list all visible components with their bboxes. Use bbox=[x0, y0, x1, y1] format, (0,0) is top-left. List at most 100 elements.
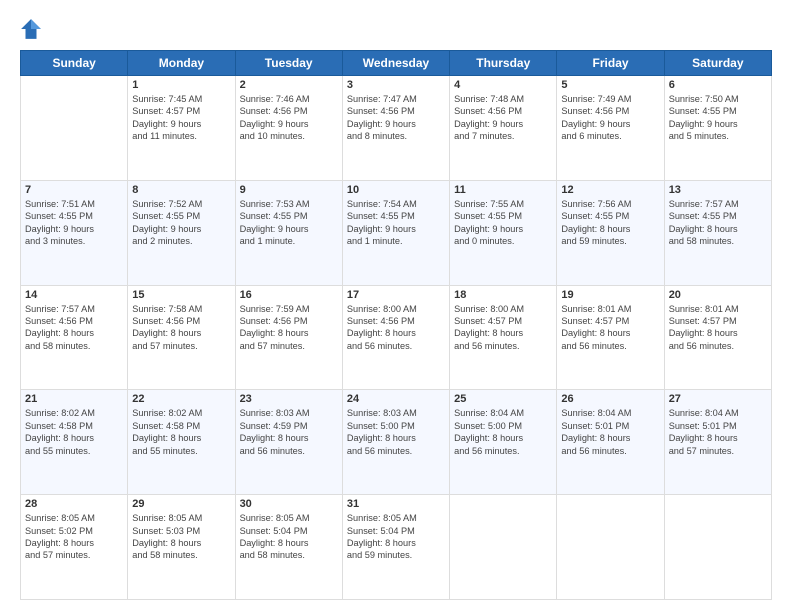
calendar-day-header: Tuesday bbox=[235, 51, 342, 76]
calendar-cell: 9Sunrise: 7:53 AMSunset: 4:55 PMDaylight… bbox=[235, 180, 342, 285]
day-number: 6 bbox=[669, 79, 767, 91]
calendar-week-row: 28 Sunrise: 8:05 AMSunset: 5:02 PMDayligh… bbox=[21, 495, 772, 600]
cell-info: Sunrise: 7:49 AMSunset: 4:56 PMDaylight:… bbox=[561, 93, 659, 143]
calendar-cell: 27 Sunrise: 8:04 AMSunset: 5:01 PMDayligh… bbox=[664, 390, 771, 495]
calendar-day-header: Monday bbox=[128, 51, 235, 76]
calendar-cell: 18Sunrise: 8:00 AMSunset: 4:57 PMDayligh… bbox=[450, 285, 557, 390]
calendar-cell: 1Sunrise: 7:45 AMSunset: 4:57 PMDaylight… bbox=[128, 76, 235, 181]
calendar-week-row: 7 Sunrise: 7:51 AMSunset: 4:55 PMDaylight… bbox=[21, 180, 772, 285]
day-number: 17 bbox=[347, 289, 445, 301]
calendar-week-row: 1Sunrise: 7:45 AMSunset: 4:57 PMDaylight… bbox=[21, 76, 772, 181]
calendar-cell: 29 Sunrise: 8:05 AMSunset: 5:03 PMDayligh… bbox=[128, 495, 235, 600]
cell-info: Sunrise: 7:56 AMSunset: 4:55 PMDaylight:… bbox=[561, 198, 659, 248]
cell-info: Sunrise: 8:05 AMSunset: 5:02 PMDaylight:… bbox=[25, 512, 123, 562]
calendar-cell: 28 Sunrise: 8:05 AMSunset: 5:02 PMDayligh… bbox=[21, 495, 128, 600]
cell-info: Sunrise: 7:55 AMSunset: 4:55 PMDaylight:… bbox=[454, 198, 552, 248]
cell-info: Sunrise: 8:01 AMSunset: 4:57 PMDaylight:… bbox=[561, 303, 659, 353]
day-number: 12 bbox=[561, 184, 659, 196]
calendar-day-header: Thursday bbox=[450, 51, 557, 76]
cell-info: Sunrise: 7:57 AMSunset: 4:55 PMDaylight:… bbox=[669, 198, 767, 248]
calendar-cell: 2 Sunrise: 7:46 AMSunset: 4:56 PMDaylight… bbox=[235, 76, 342, 181]
cell-info: Sunrise: 8:05 AMSunset: 5:03 PMDaylight:… bbox=[132, 512, 230, 562]
cell-info: Sunrise: 7:58 AMSunset: 4:56 PMDaylight:… bbox=[132, 303, 230, 353]
day-number: 2 bbox=[240, 79, 338, 91]
day-number: 28 bbox=[25, 498, 123, 510]
day-number: 14 bbox=[25, 289, 123, 301]
calendar-cell: 24 Sunrise: 8:03 AMSunset: 5:00 PMDayligh… bbox=[342, 390, 449, 495]
calendar-header-row: SundayMondayTuesdayWednesdayThursdayFrid… bbox=[21, 51, 772, 76]
calendar-day-header: Saturday bbox=[664, 51, 771, 76]
calendar-cell: 13 Sunrise: 7:57 AMSunset: 4:55 PMDayligh… bbox=[664, 180, 771, 285]
logo-icon bbox=[20, 18, 42, 40]
calendar-day-header: Sunday bbox=[21, 51, 128, 76]
logo bbox=[20, 18, 46, 40]
calendar-cell: 19 Sunrise: 8:01 AMSunset: 4:57 PMDayligh… bbox=[557, 285, 664, 390]
calendar-cell: 6 Sunrise: 7:50 AMSunset: 4:55 PMDaylight… bbox=[664, 76, 771, 181]
day-number: 31 bbox=[347, 498, 445, 510]
calendar-cell: 30 Sunrise: 8:05 AMSunset: 5:04 PMDayligh… bbox=[235, 495, 342, 600]
header bbox=[20, 18, 772, 40]
calendar-cell: 22 Sunrise: 8:02 AMSunset: 4:58 PMDayligh… bbox=[128, 390, 235, 495]
calendar-cell: 8 Sunrise: 7:52 AMSunset: 4:55 PMDaylight… bbox=[128, 180, 235, 285]
calendar-cell: 21 Sunrise: 8:02 AMSunset: 4:58 PMDayligh… bbox=[21, 390, 128, 495]
cell-info: Sunrise: 8:03 AMSunset: 5:00 PMDaylight:… bbox=[347, 407, 445, 457]
day-number: 21 bbox=[25, 393, 123, 405]
day-number: 3 bbox=[347, 79, 445, 91]
calendar-cell: 25 Sunrise: 8:04 AMSunset: 5:00 PMDayligh… bbox=[450, 390, 557, 495]
day-number: 10 bbox=[347, 184, 445, 196]
day-number: 1 bbox=[132, 79, 230, 91]
calendar-cell bbox=[21, 76, 128, 181]
calendar-cell: 5Sunrise: 7:49 AMSunset: 4:56 PMDaylight… bbox=[557, 76, 664, 181]
day-number: 26 bbox=[561, 393, 659, 405]
calendar-cell: 26Sunrise: 8:04 AMSunset: 5:01 PMDayligh… bbox=[557, 390, 664, 495]
calendar-cell: 16 Sunrise: 7:59 AMSunset: 4:56 PMDayligh… bbox=[235, 285, 342, 390]
day-number: 7 bbox=[25, 184, 123, 196]
calendar-cell: 31Sunrise: 8:05 AMSunset: 5:04 PMDayligh… bbox=[342, 495, 449, 600]
cell-info: Sunrise: 8:03 AMSunset: 4:59 PMDaylight:… bbox=[240, 407, 338, 457]
day-number: 29 bbox=[132, 498, 230, 510]
cell-info: Sunrise: 8:02 AMSunset: 4:58 PMDaylight:… bbox=[25, 407, 123, 457]
calendar-cell: 4Sunrise: 7:48 AMSunset: 4:56 PMDaylight… bbox=[450, 76, 557, 181]
calendar-cell: 7 Sunrise: 7:51 AMSunset: 4:55 PMDaylight… bbox=[21, 180, 128, 285]
day-number: 20 bbox=[669, 289, 767, 301]
day-number: 27 bbox=[669, 393, 767, 405]
cell-info: Sunrise: 7:59 AMSunset: 4:56 PMDaylight:… bbox=[240, 303, 338, 353]
cell-info: Sunrise: 8:00 AMSunset: 4:57 PMDaylight:… bbox=[454, 303, 552, 353]
cell-info: Sunrise: 7:51 AMSunset: 4:55 PMDaylight:… bbox=[25, 198, 123, 248]
calendar-cell: 3Sunrise: 7:47 AMSunset: 4:56 PMDaylight… bbox=[342, 76, 449, 181]
calendar-cell: 11 Sunrise: 7:55 AMSunset: 4:55 PMDayligh… bbox=[450, 180, 557, 285]
day-number: 30 bbox=[240, 498, 338, 510]
calendar-day-header: Friday bbox=[557, 51, 664, 76]
calendar-cell bbox=[450, 495, 557, 600]
calendar-cell: 14 Sunrise: 7:57 AMSunset: 4:56 PMDayligh… bbox=[21, 285, 128, 390]
day-number: 16 bbox=[240, 289, 338, 301]
page: SundayMondayTuesdayWednesdayThursdayFrid… bbox=[0, 0, 792, 612]
day-number: 19 bbox=[561, 289, 659, 301]
day-number: 15 bbox=[132, 289, 230, 301]
calendar-cell: 20Sunrise: 8:01 AMSunset: 4:57 PMDayligh… bbox=[664, 285, 771, 390]
calendar-cell: 10Sunrise: 7:54 AMSunset: 4:55 PMDayligh… bbox=[342, 180, 449, 285]
calendar-week-row: 14 Sunrise: 7:57 AMSunset: 4:56 PMDayligh… bbox=[21, 285, 772, 390]
calendar-day-header: Wednesday bbox=[342, 51, 449, 76]
cell-info: Sunrise: 8:00 AMSunset: 4:56 PMDaylight:… bbox=[347, 303, 445, 353]
cell-info: Sunrise: 8:04 AMSunset: 5:00 PMDaylight:… bbox=[454, 407, 552, 457]
cell-info: Sunrise: 7:52 AMSunset: 4:55 PMDaylight:… bbox=[132, 198, 230, 248]
day-number: 13 bbox=[669, 184, 767, 196]
cell-info: Sunrise: 7:46 AMSunset: 4:56 PMDaylight:… bbox=[240, 93, 338, 143]
day-number: 25 bbox=[454, 393, 552, 405]
calendar-cell bbox=[664, 495, 771, 600]
day-number: 4 bbox=[454, 79, 552, 91]
cell-info: Sunrise: 8:02 AMSunset: 4:58 PMDaylight:… bbox=[132, 407, 230, 457]
cell-info: Sunrise: 8:04 AMSunset: 5:01 PMDaylight:… bbox=[669, 407, 767, 457]
calendar-cell: 17 Sunrise: 8:00 AMSunset: 4:56 PMDayligh… bbox=[342, 285, 449, 390]
cell-info: Sunrise: 7:53 AMSunset: 4:55 PMDaylight:… bbox=[240, 198, 338, 248]
day-number: 11 bbox=[454, 184, 552, 196]
cell-info: Sunrise: 7:50 AMSunset: 4:55 PMDaylight:… bbox=[669, 93, 767, 143]
day-number: 8 bbox=[132, 184, 230, 196]
cell-info: Sunrise: 8:05 AMSunset: 5:04 PMDaylight:… bbox=[240, 512, 338, 562]
calendar-cell: 23 Sunrise: 8:03 AMSunset: 4:59 PMDayligh… bbox=[235, 390, 342, 495]
day-number: 24 bbox=[347, 393, 445, 405]
cell-info: Sunrise: 7:57 AMSunset: 4:56 PMDaylight:… bbox=[25, 303, 123, 353]
day-number: 22 bbox=[132, 393, 230, 405]
day-number: 23 bbox=[240, 393, 338, 405]
